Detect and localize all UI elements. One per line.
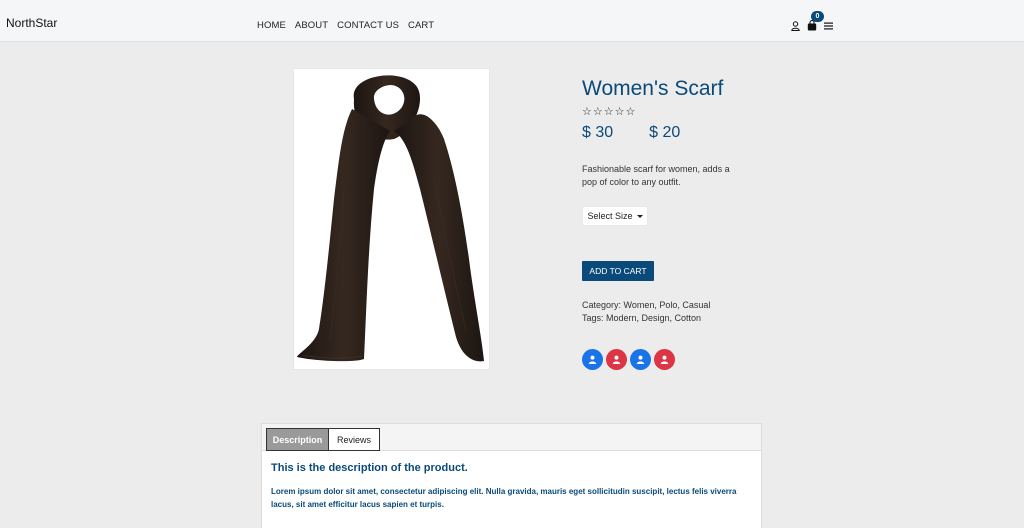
user-icon (588, 355, 597, 364)
size-select-label: Select Size (587, 211, 633, 221)
tabs-bar: Description Reviews (262, 424, 761, 451)
product-tags: Tags: Modern, Design, Cotton (582, 313, 702, 323)
social-avatar-4[interactable] (654, 349, 675, 370)
nav-link-home[interactable]: HOME (257, 20, 286, 31)
product-meta: Category: Women, Polo, Casual Tags: Mode… (582, 299, 710, 325)
social-avatar-1[interactable] (582, 349, 603, 370)
menu-icon[interactable] (824, 22, 833, 30)
star-icon[interactable]: ☆ (582, 107, 592, 118)
nav-link-about[interactable]: ABOUT (295, 20, 328, 31)
product-category: Category: Women, Polo, Casual (582, 300, 711, 310)
tab-reviews[interactable]: Reviews (328, 428, 380, 451)
star-icon[interactable]: ☆ (626, 107, 636, 118)
user-icon (612, 355, 621, 364)
price-new: $ 20 (649, 124, 681, 141)
star-icon[interactable]: ☆ (593, 107, 603, 118)
brand-logo[interactable]: NorthStar (6, 16, 57, 30)
user-icon (636, 355, 645, 364)
star-icon[interactable]: ☆ (604, 107, 614, 118)
description-body: Lorem ipsum dolor sit amet, consectetur … (271, 487, 737, 509)
nav-icons: 0 (791, 11, 833, 31)
caret-down-icon (636, 214, 643, 218)
user-icon[interactable] (791, 20, 800, 31)
product-image (293, 68, 490, 370)
description-title: This is the description of the product. (271, 462, 468, 474)
prices: $ 30 $ 20 (582, 124, 680, 142)
rating-stars[interactable]: ☆ ☆ ☆ ☆ ☆ (582, 107, 635, 118)
nav-link-cart[interactable]: CART (408, 20, 434, 31)
short-description: Fashionable scarf for women, adds a pop … (582, 164, 730, 187)
product-tabs-panel: Description Reviews This is the descript… (261, 423, 762, 528)
product-title: Women's Scarf (582, 77, 724, 100)
nav-links: HOME ABOUT CONTACT US CART (257, 20, 434, 31)
navbar: NorthStar HOME ABOUT CONTACT US CART 0 (0, 0, 1024, 42)
add-to-cart-button[interactable]: ADD TO CART (582, 261, 654, 281)
nav-link-contact[interactable]: CONTACT US (337, 20, 399, 31)
tab-description[interactable]: Description (266, 428, 329, 451)
size-select-dropdown[interactable]: Select Size (582, 206, 648, 226)
social-avatar-2[interactable] (606, 349, 627, 370)
cart-count-badge: 0 (811, 11, 824, 22)
cart-button[interactable]: 0 (807, 11, 824, 31)
user-icon (660, 355, 669, 364)
star-icon[interactable]: ☆ (615, 107, 625, 118)
social-avatar-3[interactable] (630, 349, 651, 370)
price-old: $ 30 (582, 124, 614, 141)
social-avatars (582, 349, 675, 370)
